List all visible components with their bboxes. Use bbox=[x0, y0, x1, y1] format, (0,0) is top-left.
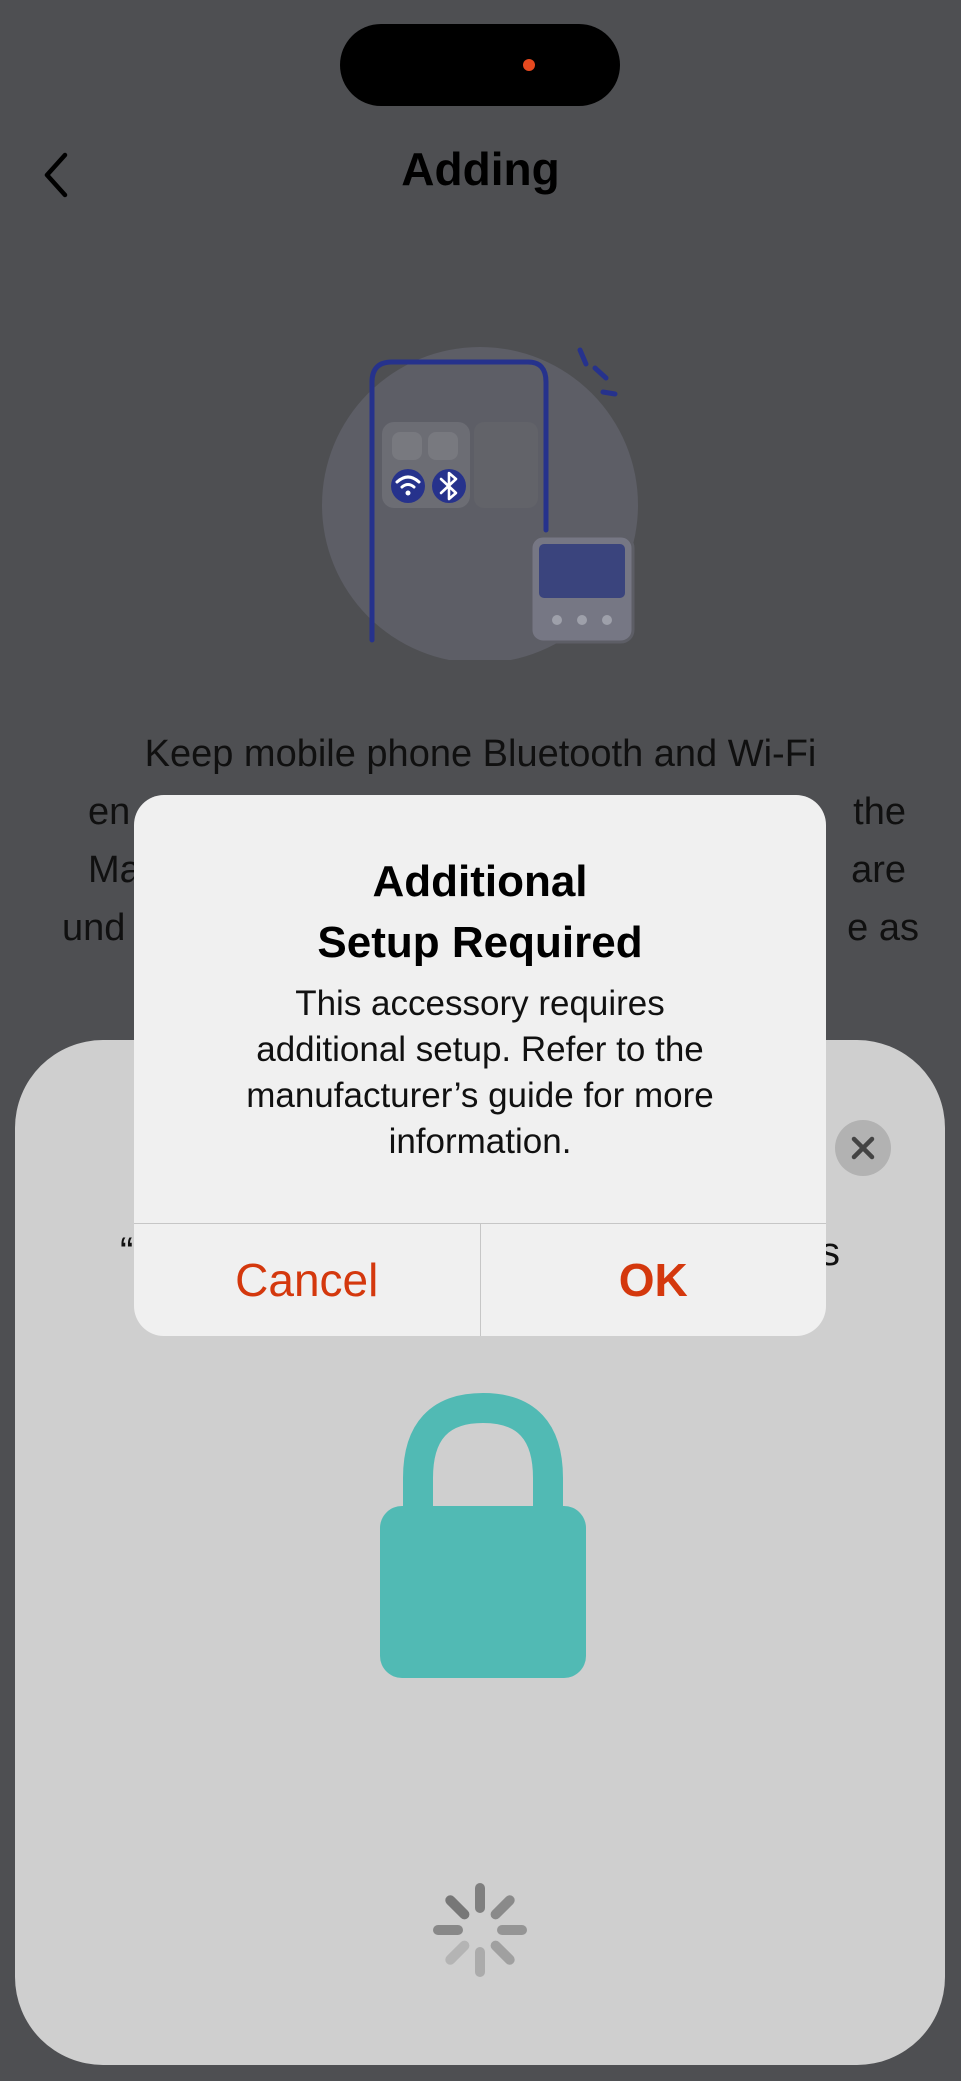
instruction-line-1: Keep mobile phone Bluetooth and Wi-Fi bbox=[144, 733, 817, 775]
bluetooth-icon bbox=[432, 469, 466, 503]
wifi-icon bbox=[391, 469, 425, 503]
instruction-line-2-end: the bbox=[853, 791, 906, 833]
pairing-illustration bbox=[322, 347, 638, 660]
loading-spinner-icon bbox=[433, 1883, 527, 1977]
dynamic-island bbox=[340, 24, 620, 106]
instruction-line-4-start: und bbox=[62, 907, 126, 949]
instruction-line-2-start: en bbox=[88, 791, 131, 833]
close-sheet-button[interactable] bbox=[835, 1120, 891, 1176]
page-title: Adding bbox=[401, 143, 560, 195]
instruction-line-4-end: e as bbox=[847, 907, 919, 949]
cancel-button[interactable]: Cancel bbox=[134, 1224, 481, 1336]
alert-message-line: information. bbox=[388, 1122, 572, 1161]
instruction-line-3-start: Ma bbox=[88, 849, 141, 891]
alert-message: This accessory requires additional setup… bbox=[184, 981, 776, 1165]
alert-message-line: This accessory requires bbox=[295, 984, 665, 1023]
alert-title: Additional Setup Required bbox=[134, 795, 826, 973]
sheet-heading-start: “ bbox=[120, 1230, 134, 1274]
instruction-line-3-end: are bbox=[851, 849, 906, 891]
lock-icon bbox=[380, 1392, 586, 1678]
ok-button[interactable]: OK bbox=[481, 1224, 827, 1336]
alert-message-line: additional setup. Refer to the bbox=[256, 1030, 704, 1069]
recording-indicator bbox=[523, 59, 535, 71]
alert-message-line: manufacturer’s guide for more bbox=[246, 1076, 714, 1115]
device-icon bbox=[529, 534, 635, 644]
additional-setup-alert: Additional Setup Required This accessory… bbox=[134, 795, 826, 1336]
close-icon bbox=[851, 1136, 875, 1160]
alert-title-line-1: Additional bbox=[372, 857, 588, 906]
alert-actions: Cancel OK bbox=[134, 1223, 826, 1336]
alert-title-line-2: Setup Required bbox=[317, 918, 643, 967]
